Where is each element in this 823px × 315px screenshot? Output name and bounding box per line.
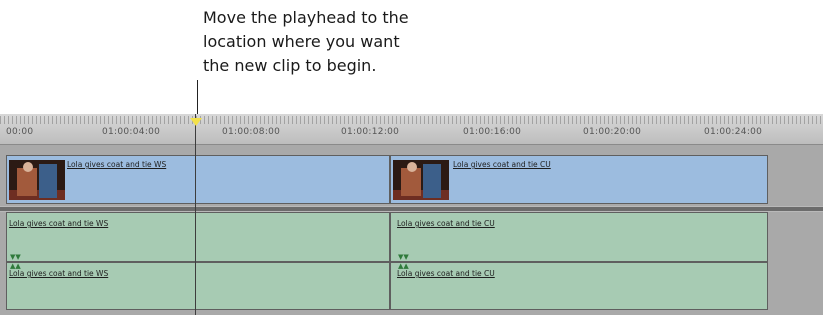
- ruler-timecode: 00:00: [6, 127, 34, 137]
- ruler-timecode: 01:00:20:00: [583, 127, 642, 137]
- audio-clip-cu-1[interactable]: Lola gives coat and tie CU ▼▼: [390, 212, 768, 262]
- video-clip-cu[interactable]: Lola gives coat and tie CU: [390, 155, 768, 204]
- ruler-timecode: 01:00:04:00: [102, 127, 161, 137]
- clip-thumbnail: [9, 160, 65, 200]
- stereo-link-icon: ▼▼: [398, 253, 409, 261]
- audio-clip-ws-1[interactable]: Lola gives coat and tie WS ▼▼: [6, 212, 390, 262]
- ruler-timecode: 01:00:08:00: [222, 127, 281, 137]
- clip-thumbnail: [393, 160, 449, 200]
- clip-label: Lola gives coat and tie WS: [9, 269, 109, 278]
- timeline-panel: 00:00 01:00:04:00 01:00:08:00 01:00:12:0…: [0, 114, 823, 315]
- audio-clip-cu-2[interactable]: ▲▲ Lola gives coat and tie CU: [390, 262, 768, 310]
- clip-label: Lola gives coat and tie CU: [397, 219, 495, 228]
- callout-leader-line: [197, 80, 198, 118]
- clip-label: Lola gives coat and tie WS: [9, 219, 109, 228]
- playhead-marker-icon[interactable]: [190, 118, 202, 126]
- ruler-timecode: 01:00:12:00: [341, 127, 400, 137]
- audio-clip-ws-2[interactable]: ▲▲ Lola gives coat and tie WS: [6, 262, 390, 310]
- clip-label: Lola gives coat and tie CU: [453, 160, 551, 169]
- clip-label: Lola gives coat and tie CU: [397, 269, 495, 278]
- callout-line-3: the new clip to begin.: [203, 56, 377, 75]
- callout-line-2: location where you want: [203, 32, 400, 51]
- ruler-timecode: 01:00:24:00: [704, 127, 763, 137]
- video-clip-ws[interactable]: Lola gives coat and tie WS: [6, 155, 390, 204]
- callout-annotation: Move the playhead to the location where …: [203, 6, 443, 78]
- ruler-ticks: [0, 116, 823, 124]
- timecode-ruler[interactable]: 00:00 01:00:04:00 01:00:08:00 01:00:12:0…: [0, 114, 823, 145]
- callout-line-1: Move the playhead to the: [203, 8, 409, 27]
- playhead-line[interactable]: [195, 114, 196, 315]
- stereo-link-icon: ▼▼: [10, 253, 21, 261]
- clip-label: Lola gives coat and tie WS: [67, 160, 167, 169]
- ruler-timecode: 01:00:16:00: [463, 127, 522, 137]
